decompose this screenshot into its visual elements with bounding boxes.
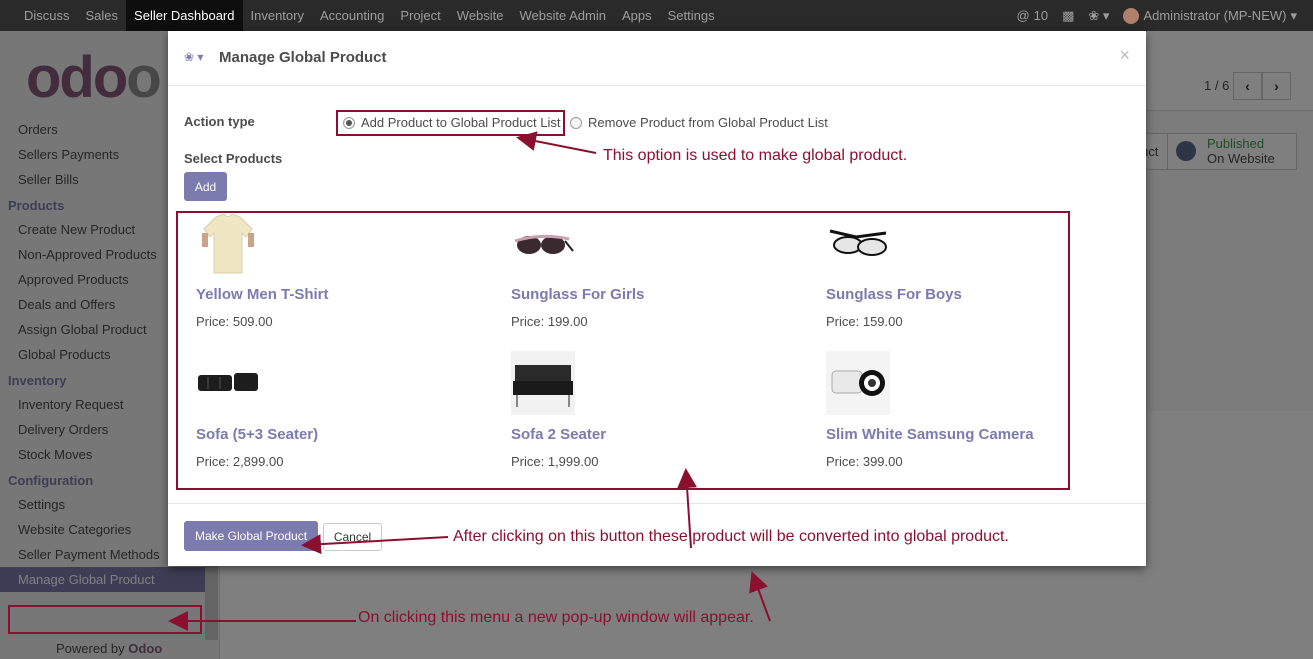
menu-sales[interactable]: Sales [78,0,127,31]
annotation-box-products [176,211,1070,490]
menu-apps[interactable]: Apps [614,0,660,31]
debug-bug-icon[interactable]: ❀ ▾ [184,50,203,64]
menu-settings[interactable]: Settings [660,0,723,31]
annotation-option-note: This option is used to make global produ… [603,147,908,164]
annotation-menu-note: On clicking this menu a new pop-up windo… [358,609,754,626]
menu-project[interactable]: Project [392,0,448,31]
debug-bug-icon[interactable]: ❀ ▾ [1088,8,1109,24]
menu-seller-dashboard[interactable]: Seller Dashboard [126,0,243,31]
select-products-label: Select Products [184,151,283,166]
modal-header: ❀ ▾ Manage Global Product × [168,31,1146,86]
mentions-count: 10 [1033,8,1049,23]
caret-down-icon: ▾ [1290,7,1297,23]
menu-website[interactable]: Website [449,0,512,31]
modal-title: Manage Global Product [219,49,387,66]
avatar [1123,7,1140,24]
chat-icon[interactable]: ▩ [1062,8,1074,24]
menu-discuss[interactable]: Discuss [16,0,78,31]
annotation-button-note: After clicking on this button these prod… [453,528,1009,545]
close-icon[interactable]: × [1119,45,1130,66]
user-name: Administrator (MP-NEW) [1143,8,1287,23]
menu-website-admin[interactable]: Website Admin [512,0,614,31]
annotation-box-menu [8,605,202,634]
action-type-label: Action type [184,114,255,129]
systray: @ 10 ▩ ❀ ▾ Administrator (MP-NEW) ▾ [1016,0,1297,31]
add-products-button[interactable]: Add [184,172,227,201]
mentions-button[interactable]: @ 10 [1016,8,1048,23]
option-remove-label: Remove Product from Global Product List [588,115,828,130]
make-global-product-button[interactable]: Make Global Product [184,521,318,551]
user-menu[interactable]: Administrator (MP-NEW) ▾ [1123,7,1297,24]
at-icon: @ [1016,8,1030,23]
menu-accounting[interactable]: Accounting [312,0,392,31]
radio-remove-from-global-list[interactable]: Remove Product from Global Product List [570,115,828,130]
app-menu: Discuss Sales Seller Dashboard Inventory… [16,0,723,31]
menu-inventory[interactable]: Inventory [243,0,312,31]
annotation-box-option [336,110,565,136]
top-navbar: Discuss Sales Seller Dashboard Inventory… [0,0,1313,31]
cancel-button[interactable]: Cancel [323,523,382,551]
radio-button[interactable] [570,116,582,129]
